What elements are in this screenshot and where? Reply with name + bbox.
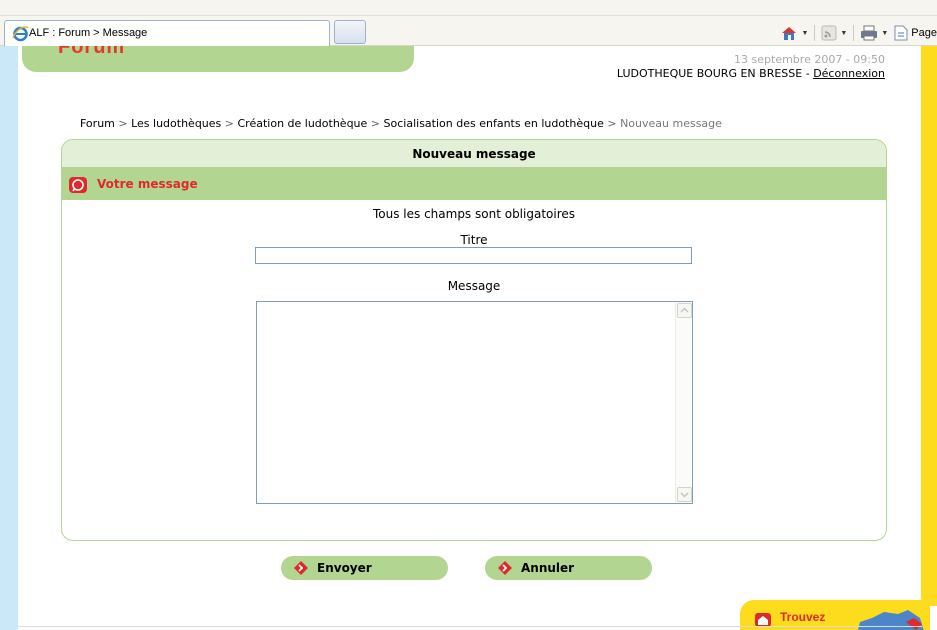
message-label: Message [447,279,501,293]
page-bottom-divider [18,626,922,630]
breadcrumb-separator: > [367,117,384,130]
user-info: LUDOTHEQUE BOURG EN BRESSE - Déconnexion [617,67,885,80]
home-icon [782,27,797,40]
command-bar: ▼ ▼ ▼ Page [780,20,937,46]
message-field [256,301,693,504]
page-menu-label: Page [911,27,937,39]
chevron-down-icon [680,492,689,498]
cancel-button-label: Annuler [521,561,575,575]
scroll-up-button[interactable] [677,303,692,318]
current-datetime: 13 septembre 2007 - 09:50 [734,53,885,66]
panel-title: Nouveau message [62,140,886,168]
arrow-right-icon [294,561,308,575]
breadcrumb-link-forum[interactable]: Forum [80,117,115,130]
toolbar-separator [853,25,855,41]
scroll-down-button[interactable] [677,487,692,502]
browser-top-strip [0,0,937,16]
browser-tab[interactable]: ALF : Forum > Message [4,20,330,46]
breadcrumb-separator: > [221,117,238,130]
message-textarea[interactable] [257,302,675,503]
section-header: Votre message [62,168,886,200]
send-button-label: Envoyer [317,561,372,575]
printer-icon [861,25,878,41]
forum-banner: Forum [22,46,414,72]
chevron-down-icon: ▼ [881,29,889,37]
page-content: Forum 13 septembre 2007 - 09:50 LUDOTHEQ… [0,46,937,630]
speech-bubble-icon [69,177,87,193]
arrow-right-icon [498,561,512,575]
cancel-button[interactable]: Annuler [485,556,652,580]
toolbar-separator [814,25,816,41]
title-input[interactable] [255,247,692,264]
message-scrollbar[interactable] [675,302,692,503]
breadcrumb-link-creation[interactable]: Création de ludothèque [238,117,368,130]
page-menu-button[interactable]: Page [894,25,937,41]
feeds-button[interactable]: ▼ [821,25,847,41]
internet-explorer-icon [12,26,29,42]
send-button[interactable]: Envoyer [281,556,448,580]
breadcrumb-link-socialisation[interactable]: Socialisation des enfants en ludothèque [384,117,604,130]
breadcrumb-current: Nouveau message [620,117,722,130]
required-fields-note: Tous les champs sont obligatoires [372,207,576,221]
breadcrumb: Forum > Les ludothèques > Création de lu… [80,117,722,130]
browser-toolbar: ALF : Forum > Message ▼ ▼ ▼ Page [0,0,937,46]
right-side-stripe [921,46,937,606]
print-button[interactable]: ▼ [860,25,888,41]
feed-icon [821,25,837,41]
chevron-down-icon: ▼ [840,29,848,37]
breadcrumb-link-ludotheques[interactable]: Les ludothèques [131,117,221,130]
new-tab-button[interactable] [334,20,366,44]
forum-logo: Forum [58,46,126,58]
breadcrumb-separator: > [603,117,621,130]
title-label: Titre [460,233,488,247]
user-separator: - [802,67,814,80]
left-side-stripe [0,46,18,630]
find-promo-label: Trouvez [780,610,826,624]
section-title: Votre message [97,177,198,191]
logout-link[interactable]: Déconnexion [813,67,885,80]
breadcrumb-separator: > [114,117,132,130]
message-form-panel: Nouveau message Votre message Tous les c… [61,139,887,541]
user-name: LUDOTHEQUE BOURG EN BRESSE [616,67,803,80]
home-button[interactable]: ▼ [780,25,808,41]
page-icon [894,25,908,41]
chevron-down-icon: ▼ [801,29,809,37]
chevron-up-icon [680,307,689,313]
browser-tab-title: ALF : Forum > Message [29,27,148,39]
